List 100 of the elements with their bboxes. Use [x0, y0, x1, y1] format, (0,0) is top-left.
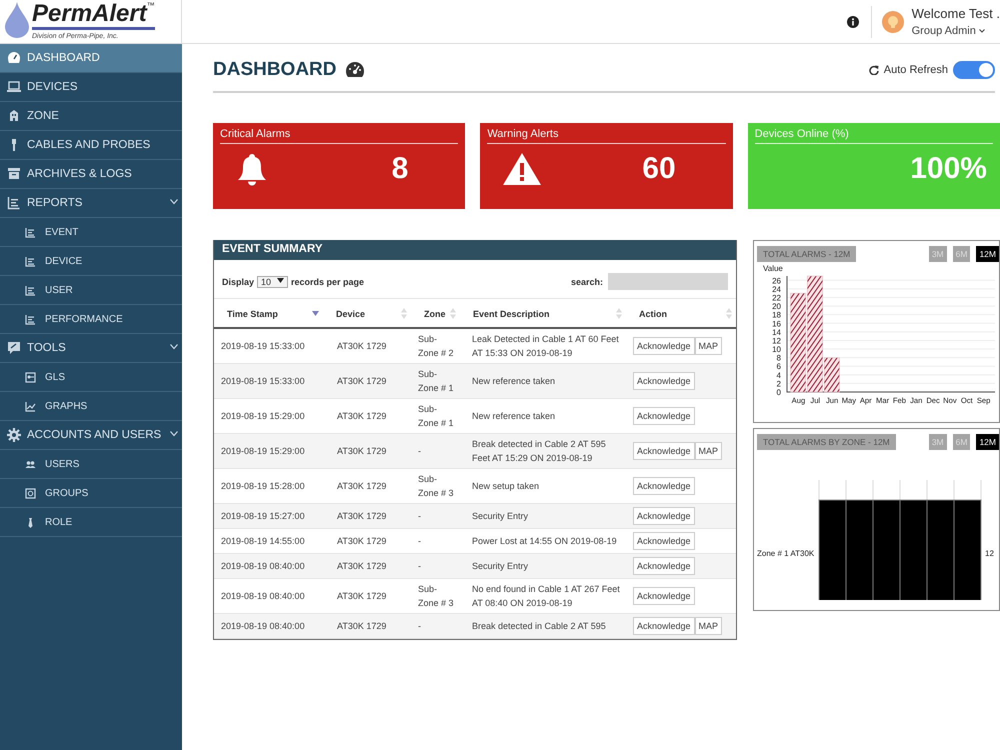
description-cell: Security Entry: [460, 554, 626, 578]
logo-text: PermAlert: [32, 1, 147, 27]
tick-label: 18: [772, 310, 781, 320]
sidebar-item[interactable]: ACCOUNTS AND USERS: [0, 421, 182, 450]
sidebar-item[interactable]: ZONE: [0, 102, 182, 131]
role-menu[interactable]: Group Admin: [912, 25, 1000, 37]
column-header[interactable]: Action: [626, 298, 736, 328]
tick-label: 10: [772, 345, 781, 354]
sidebar-item[interactable]: GRAPHS: [0, 392, 182, 421]
sidebar-item[interactable]: ARCHIVES & LOGS: [0, 160, 182, 189]
search-label: search:: [570, 276, 603, 286]
tick-label: 14: [772, 328, 781, 337]
acknowledge-button[interactable]: Acknowledge: [633, 372, 695, 390]
sidebar-item[interactable]: REPORTS: [0, 189, 182, 218]
sidebar-item[interactable]: TOOLS: [0, 334, 182, 363]
column-header[interactable]: Event Description: [460, 298, 626, 328]
bell-icon: [235, 152, 269, 186]
sidebar-item[interactable]: USERS: [0, 450, 182, 479]
search-field[interactable]: [608, 273, 728, 290]
laptop-icon: [7, 80, 21, 94]
device-cell: AT30K 1729: [323, 434, 411, 468]
gauge-icon: [7, 51, 21, 65]
tick-label: 8: [776, 354, 781, 363]
sidebar-item[interactable]: CABLES AND PROBES: [0, 131, 182, 160]
report-icon: [7, 196, 21, 210]
settings-icon: [7, 428, 21, 442]
sidebar-item[interactable]: PERFORMANCE: [0, 305, 182, 334]
sidebar-item[interactable]: DEVICE: [0, 247, 182, 276]
timestamp-cell: 2019-08-19 15:29:00: [214, 434, 323, 468]
page-size-select[interactable]: 10: [257, 276, 288, 288]
acknowledge-button[interactable]: Acknowledge: [633, 532, 695, 550]
acknowledge-button[interactable]: Acknowledge: [633, 337, 695, 355]
line-chart-icon: [25, 400, 36, 412]
groups-icon: [25, 488, 36, 498]
device-cell: AT30K 1729: [323, 614, 411, 638]
zone-cell: -: [411, 554, 460, 578]
acknowledge-button[interactable]: Acknowledge: [633, 617, 695, 635]
tick-label: 22: [772, 293, 781, 302]
map-button[interactable]: MAP: [694, 442, 722, 460]
stat-value: 8: [392, 152, 408, 186]
column-header[interactable]: Device: [323, 298, 411, 328]
archive-icon: [7, 167, 21, 181]
device-cell: AT30K 1729: [323, 554, 411, 578]
sidebar-item[interactable]: USER: [0, 276, 182, 305]
device-cell: AT30K 1729: [323, 364, 411, 398]
gls-icon: [25, 372, 36, 382]
warning-icon: [502, 152, 542, 186]
acknowledge-button[interactable]: Acknowledge: [633, 587, 695, 605]
stat-value: 100%: [910, 152, 987, 186]
tick-label: 4: [776, 370, 781, 380]
chart-title: TOTAL ALARMS - 12M: [757, 246, 856, 262]
value-label: 12: [985, 549, 994, 558]
acknowledge-button[interactable]: Acknowledge: [633, 407, 695, 425]
stat-value: 60: [642, 152, 676, 186]
display-label: Display: [222, 276, 254, 286]
acknowledge-button[interactable]: Acknowledge: [633, 507, 695, 525]
sidebar-item[interactable]: EVENT: [0, 218, 182, 247]
map-button[interactable]: MAP: [694, 617, 722, 635]
sidebar-item[interactable]: ROLE: [0, 508, 182, 537]
avatar-icon[interactable]: [882, 10, 904, 32]
acknowledge-button[interactable]: Acknowledge: [633, 442, 695, 460]
welcome-text: Welcome Test .: [912, 6, 1000, 21]
range-button[interactable]: 12M: [976, 434, 999, 450]
zone-cell: -: [411, 504, 460, 528]
description-cell: Security Entry: [460, 504, 626, 528]
building-icon: [7, 109, 21, 123]
device-cell: AT30K 1729: [323, 504, 411, 528]
info-icon[interactable]: [846, 16, 859, 28]
tick-label: 24: [772, 284, 781, 294]
drop-icon: [4, 1, 30, 39]
tick-label: 12: [772, 336, 781, 346]
gauge-icon: [344, 61, 364, 78]
records-label: records per page: [291, 276, 364, 286]
sidebar-item[interactable]: GLS: [0, 363, 182, 392]
tick-label: 2: [776, 379, 781, 388]
range-button[interactable]: 12M: [976, 246, 999, 262]
tick-label: 0: [776, 388, 781, 397]
refresh-icon[interactable]: [868, 64, 879, 74]
stat-label: Devices Online (%): [754, 128, 993, 144]
tools-icon: [7, 341, 21, 355]
axis-label: Value: [763, 264, 783, 273]
zone-cell: -: [411, 614, 460, 638]
acknowledge-button[interactable]: Acknowledge: [633, 477, 695, 495]
stat-label: Critical Alarms: [220, 128, 458, 144]
stat-label: Warning Alerts: [487, 128, 726, 144]
sidebar-item[interactable]: GROUPS: [0, 479, 182, 508]
report-icon: [25, 226, 36, 238]
auto-refresh-toggle[interactable]: [953, 60, 995, 78]
chart-title: TOTAL ALARMS BY ZONE - 12M: [757, 434, 896, 450]
description-cell: Break detected in Cable 2 AT 595 Feet AT 15:29 ON 2019-08-19: [460, 434, 626, 468]
report-icon: [25, 314, 36, 324]
caret-icon: [978, 29, 985, 33]
timestamp-cell: 2019-08-19 15:33:00: [214, 364, 323, 398]
sidebar-item[interactable]: DEVICES: [0, 73, 182, 102]
acknowledge-button[interactable]: Acknowledge: [633, 557, 695, 575]
map-button[interactable]: MAP: [694, 337, 722, 355]
column-header[interactable]: Time Stamp: [214, 298, 323, 328]
column-header[interactable]: Zone: [411, 298, 460, 328]
sidebar-item[interactable]: DASHBOARD: [0, 44, 182, 73]
tick-label: 16: [772, 319, 781, 328]
